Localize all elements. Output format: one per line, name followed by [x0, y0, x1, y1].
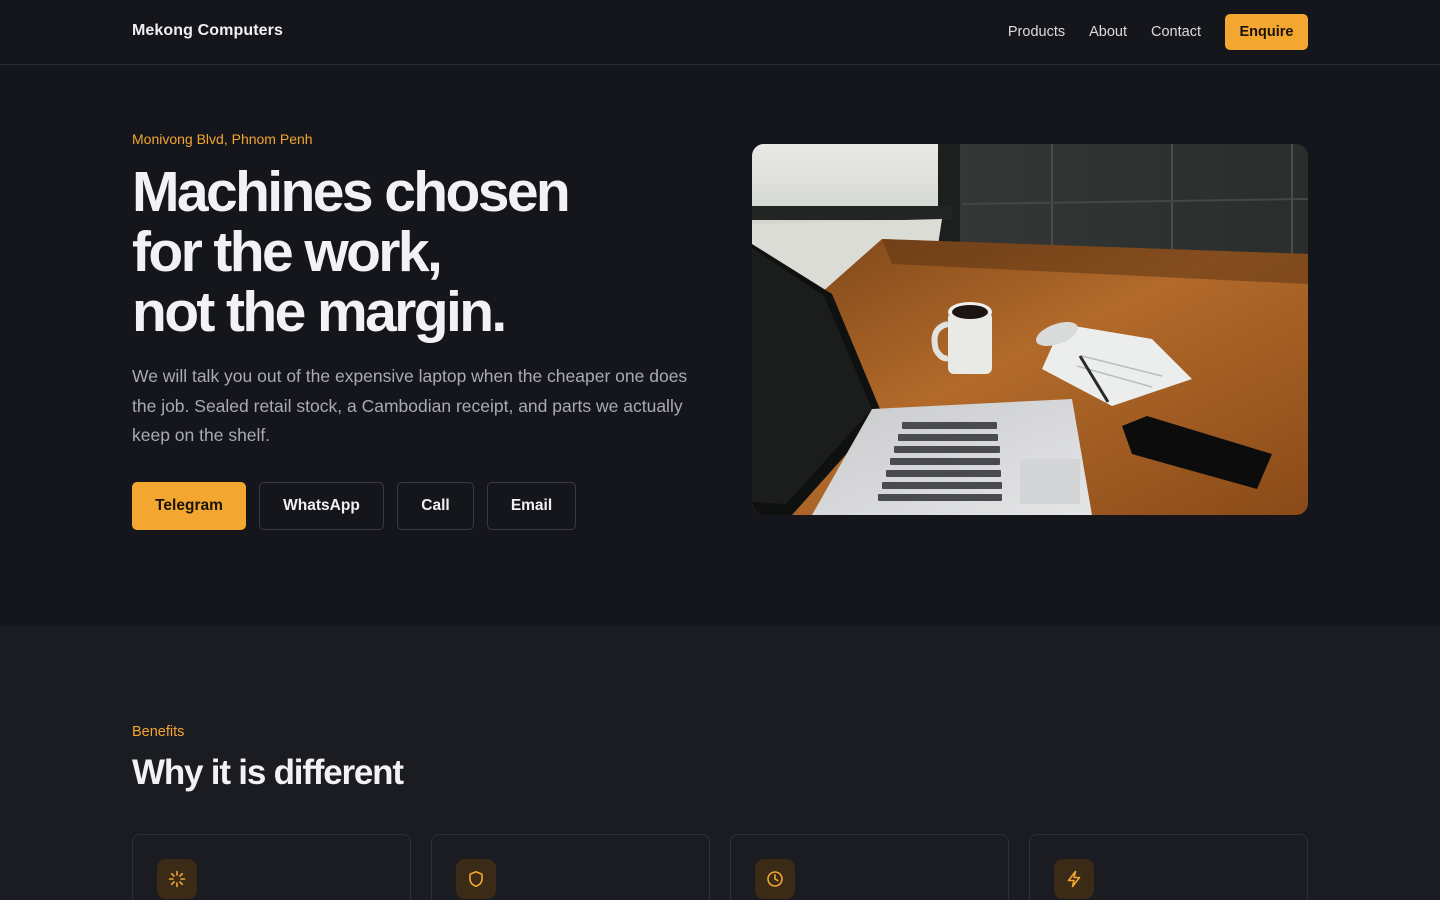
hero-title-line-1: Machines chosen — [132, 160, 571, 224]
nav-link-about[interactable]: About — [1089, 24, 1127, 40]
benefits-title: Why it is different — [132, 753, 404, 792]
telegram-button[interactable]: Telegram — [132, 482, 246, 530]
call-button[interactable]: Call — [397, 482, 474, 530]
nav-links: Products About Contact Enquire — [1008, 14, 1308, 50]
brand-logo[interactable]: Mekong Computers — [132, 22, 283, 40]
top-nav: Mekong Computers Products About Contact … — [0, 0, 1440, 65]
benefit-card-3 — [730, 834, 1009, 900]
bolt-icon — [1054, 859, 1094, 899]
laptop-coffee-desk-photo — [752, 144, 1308, 515]
shield-icon — [456, 859, 496, 899]
hero-cta-group: Telegram WhatsApp Call Email — [132, 482, 589, 530]
benefits-eyebrow: Benefits — [132, 724, 185, 740]
benefit-card-1 — [132, 834, 411, 900]
benefits-section: Benefits Why it is different — [0, 626, 1440, 900]
nav-link-contact[interactable]: Contact — [1151, 24, 1201, 40]
clock-icon — [755, 859, 795, 899]
hero-title-line-3: not the margin. — [132, 280, 507, 344]
hero-image — [752, 144, 1308, 515]
email-button[interactable]: Email — [487, 482, 576, 530]
whatsapp-button[interactable]: WhatsApp — [259, 482, 384, 530]
benefit-card-4 — [1029, 834, 1308, 900]
hero-location: Monivong Blvd, Phnom Penh — [132, 131, 313, 147]
hero-title-line-2: for the work, — [132, 220, 443, 284]
benefit-card-2 — [431, 834, 710, 900]
hero-description: We will talk you out of the expensive la… — [132, 366, 688, 445]
sparkle-icon — [157, 859, 197, 899]
nav-link-products[interactable]: Products — [1008, 24, 1065, 40]
enquire-button[interactable]: Enquire — [1225, 14, 1308, 50]
hero-title: Machines chosen for the work, not the ma… — [132, 162, 692, 342]
